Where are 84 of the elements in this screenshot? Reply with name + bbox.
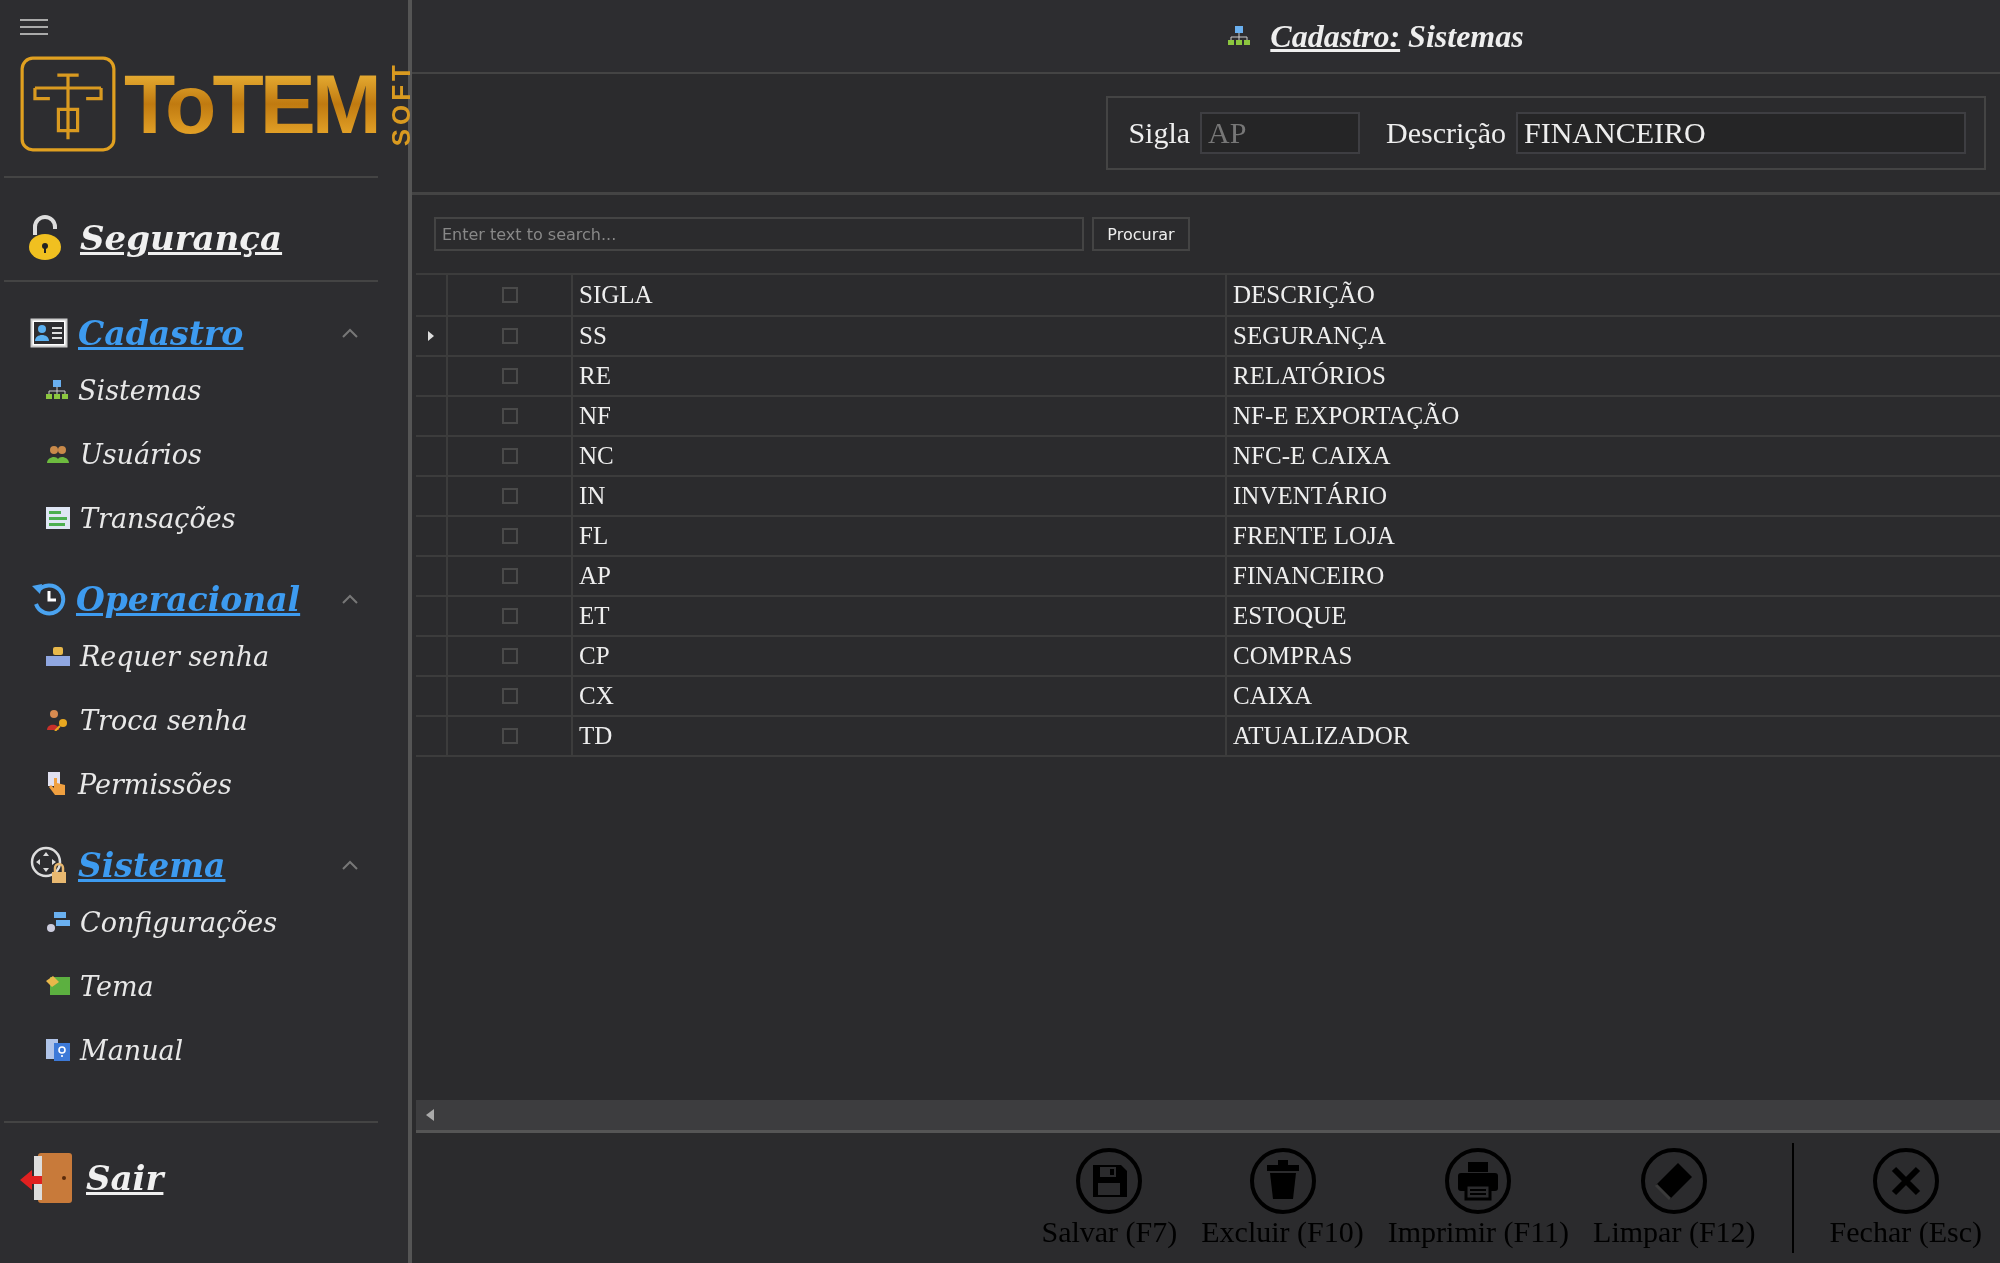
table-cell: ET bbox=[571, 597, 1225, 635]
table-cell: SS bbox=[571, 317, 1225, 355]
row-checkbox[interactable] bbox=[501, 368, 518, 384]
table-cell: NF-E EXPORTAÇÃO bbox=[1225, 397, 2000, 435]
section-header[interactable]: Operacional bbox=[76, 579, 332, 619]
table-cell: CX bbox=[571, 677, 1225, 715]
list-icon bbox=[46, 507, 70, 529]
row-checkbox[interactable] bbox=[501, 528, 518, 544]
row-checkbox[interactable] bbox=[501, 408, 518, 424]
table-cell: RELATÓRIOS bbox=[1225, 357, 2000, 395]
printer-icon bbox=[1444, 1147, 1513, 1215]
help-book-icon bbox=[46, 1039, 70, 1061]
security-link[interactable]: Segurança bbox=[80, 218, 283, 258]
network-icon bbox=[1228, 26, 1251, 46]
sidebar-item[interactable]: Tema bbox=[80, 970, 154, 1002]
paint-bucket-icon bbox=[46, 975, 70, 997]
collapse-chevron-icon[interactable] bbox=[342, 328, 358, 338]
sidebar-item[interactable]: Transações bbox=[80, 502, 236, 534]
sidebar-item[interactable]: Usuários bbox=[80, 438, 202, 470]
row-checkbox[interactable] bbox=[501, 328, 518, 344]
table-cell: CP bbox=[571, 637, 1225, 675]
search-button[interactable]: Procurar bbox=[1092, 217, 1190, 251]
table-cell: FINANCEIRO bbox=[1225, 557, 2000, 595]
sidebar-item[interactable]: Permissões bbox=[78, 768, 232, 800]
sidebar-item[interactable]: Manual bbox=[80, 1034, 184, 1066]
scroll-left-arrow-icon[interactable] bbox=[426, 1109, 434, 1121]
collapse-chevron-icon[interactable] bbox=[342, 860, 358, 870]
table-cell: CAIXA bbox=[1225, 677, 2000, 715]
save-icon bbox=[1075, 1147, 1144, 1215]
horizontal-scrollbar[interactable] bbox=[416, 1100, 2000, 1133]
network-icon bbox=[46, 380, 68, 400]
table-cell: ATUALIZADOR bbox=[1225, 717, 2000, 755]
row-checkbox[interactable] bbox=[501, 568, 518, 584]
row-checkbox[interactable] bbox=[501, 488, 518, 504]
row-checkbox[interactable] bbox=[501, 608, 518, 624]
system-lock-icon bbox=[30, 846, 68, 884]
sidebar-item[interactable]: Requer senha bbox=[80, 640, 270, 672]
sidebar-item[interactable]: Sistemas bbox=[78, 374, 202, 406]
padlock-icon bbox=[28, 215, 62, 261]
section-header[interactable]: Sistema bbox=[78, 845, 332, 885]
table-cell: INVENTÁRIO bbox=[1225, 477, 2000, 515]
row-checkbox[interactable] bbox=[501, 728, 518, 744]
row-checkbox[interactable] bbox=[501, 648, 518, 664]
eraser-icon bbox=[1640, 1147, 1709, 1215]
keyboard-lock-icon bbox=[46, 645, 70, 667]
table-cell: TD bbox=[571, 717, 1225, 755]
row-checkbox[interactable] bbox=[501, 448, 518, 464]
column-header[interactable]: SIGLA bbox=[571, 275, 1225, 315]
table-cell: NF bbox=[571, 397, 1225, 435]
menu-icon[interactable] bbox=[20, 18, 48, 36]
sidebar-item[interactable]: Configurações bbox=[80, 906, 278, 938]
table-cell: NFC-E CAIXA bbox=[1225, 437, 2000, 475]
table-cell: NC bbox=[571, 437, 1225, 475]
logo-suffix: SOFT bbox=[385, 61, 417, 147]
search-field[interactable]: Enter text to search... bbox=[434, 217, 1084, 251]
table-cell: SEGURANÇA bbox=[1225, 317, 2000, 355]
table-cell: FRENTE LOJA bbox=[1225, 517, 2000, 555]
section-header[interactable]: Cadastro bbox=[78, 313, 332, 353]
table-cell: RE bbox=[571, 357, 1225, 395]
page-title: Cadastro: Sistemas bbox=[1270, 17, 1524, 55]
trash-icon bbox=[1248, 1147, 1317, 1215]
users-icon bbox=[46, 444, 70, 464]
id-card-icon bbox=[30, 318, 68, 348]
column-header[interactable]: DESCRIÇÃO bbox=[1225, 275, 2000, 315]
select-all-checkbox[interactable] bbox=[501, 287, 518, 303]
table-cell: IN bbox=[571, 477, 1225, 515]
hand-pointer-icon bbox=[46, 772, 68, 796]
history-icon bbox=[30, 582, 66, 616]
sidebar-item[interactable]: Troca senha bbox=[80, 704, 248, 736]
user-key-icon bbox=[46, 709, 70, 731]
table-cell: ESTOQUE bbox=[1225, 597, 2000, 635]
totem-emblem-icon bbox=[20, 56, 116, 152]
field-label: Sigla bbox=[1128, 116, 1191, 150]
close-icon bbox=[1871, 1147, 1940, 1215]
exit-link[interactable]: Sair bbox=[86, 1158, 164, 1198]
current-row-indicator-icon bbox=[428, 331, 434, 341]
table-cell: AP bbox=[571, 557, 1225, 595]
field-label: Descrição bbox=[1386, 116, 1506, 150]
collapse-chevron-icon[interactable] bbox=[342, 594, 358, 604]
config-icon bbox=[46, 911, 70, 933]
description-input[interactable]: FINANCEIRO bbox=[1516, 112, 1966, 154]
row-checkbox[interactable] bbox=[501, 688, 518, 704]
table-cell: COMPRAS bbox=[1225, 637, 2000, 675]
table-cell: FL bbox=[571, 517, 1225, 555]
